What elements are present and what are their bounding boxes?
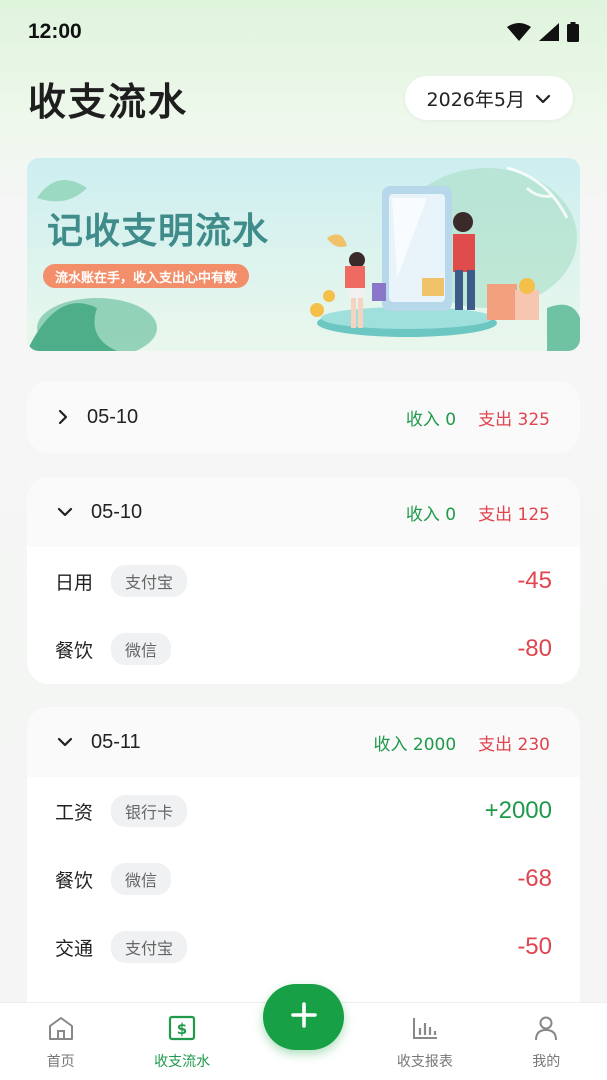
promo-banner[interactable]: 记收支明流水 流水账在手，收入支出心中有数: [27, 158, 580, 351]
banner-subtitle: 流水账在手，收入支出心中有数: [43, 264, 250, 288]
status-bar: 12:00: [0, 0, 607, 64]
status-time: 12:00: [28, 20, 82, 43]
transaction-category: 日用: [55, 571, 94, 594]
nav-item-home[interactable]: 首页: [3, 1003, 118, 1071]
signal-icon: [539, 23, 559, 41]
battery-icon: [567, 22, 579, 42]
transaction-row[interactable]: 日用 支付宝 -45: [27, 547, 580, 615]
banner-title: 记收支明流水: [47, 211, 270, 252]
transaction-amount: -80: [517, 635, 552, 662]
group-income: 收入 0: [405, 504, 457, 525]
transaction-row[interactable]: 餐饮 微信 -68: [27, 845, 580, 913]
group-income: 收入 2000: [373, 734, 457, 755]
transaction-row[interactable]: 工资 银行卡 +2000: [27, 777, 580, 845]
add-record-button[interactable]: [263, 984, 344, 1050]
chevron-right-icon: [57, 409, 69, 425]
nav-label-home: 首页: [46, 1054, 75, 1070]
nav-label-mine: 我的: [532, 1054, 561, 1070]
transaction-amount: -68: [517, 865, 552, 892]
month-picker-label: 2026年5月: [426, 88, 525, 111]
payment-method-tag: 微信: [111, 633, 172, 665]
transaction-amount: -45: [517, 567, 552, 594]
group-income: 收入 0: [405, 409, 457, 430]
day-group-header[interactable]: 05-10 收入 0 支出 125: [27, 477, 580, 547]
banner-illustration: [27, 166, 580, 351]
group-expense: 支出 125: [478, 504, 550, 525]
day-group-header[interactable]: 05-11 收入 2000 支出 230: [27, 707, 580, 777]
transaction-amount: -50: [517, 933, 552, 960]
payment-method-tag: 银行卡: [111, 795, 188, 827]
day-group-header[interactable]: 05-10 收入 0 支出 325: [27, 381, 580, 453]
home-icon: [47, 1015, 75, 1045]
page-title: 收支流水: [28, 79, 189, 124]
transaction-category: 交通: [55, 937, 94, 960]
status-icons: [507, 22, 579, 42]
nav-label-flow: 收支流水: [154, 1054, 211, 1070]
day-group: 05-11 收入 2000 支出 230 工资 银行卡 +2000 餐饮 微信 …: [27, 707, 580, 1027]
transaction-amount: +2000: [484, 797, 552, 824]
nav-label-report: 收支报表: [396, 1054, 453, 1070]
chevron-down-icon: [57, 506, 73, 518]
chevron-down-icon: [57, 736, 73, 748]
svg-text:$: $: [177, 1020, 187, 1038]
nav-item-mine[interactable]: 我的: [489, 1003, 604, 1071]
chevron-down-icon: [535, 87, 551, 109]
payment-method-tag: 微信: [111, 863, 172, 895]
wifi-icon: [507, 23, 531, 41]
transaction-category: 餐饮: [55, 869, 94, 892]
group-expense: 支出 325: [478, 409, 550, 430]
plus-icon: [290, 1001, 318, 1033]
group-date: 05-10: [91, 500, 143, 523]
user-icon: [532, 1015, 560, 1045]
day-group: 05-10 收入 0 支出 125 日用 支付宝 -45 餐饮 微信 -80: [27, 477, 580, 684]
group-date: 05-11: [91, 730, 141, 753]
bar-chart-icon: [411, 1015, 439, 1045]
money-icon: $: [168, 1015, 196, 1045]
day-group-collapsed: 05-10 收入 0 支出 325: [27, 381, 580, 453]
transaction-category: 餐饮: [55, 639, 94, 662]
transaction-row[interactable]: 餐饮 微信 -80: [27, 615, 580, 683]
payment-method-tag: 支付宝: [111, 565, 188, 597]
transaction-category: 工资: [55, 801, 94, 824]
group-expense: 支出 230: [478, 734, 550, 755]
month-picker[interactable]: 2026年5月: [404, 76, 573, 120]
payment-method-tag: 支付宝: [111, 931, 188, 963]
header: 收支流水 2026年5月: [0, 70, 607, 126]
transaction-row[interactable]: 交通 支付宝 -50: [27, 913, 580, 981]
nav-item-report[interactable]: 收支报表: [367, 1003, 482, 1071]
group-date: 05-10: [87, 405, 139, 428]
nav-item-flow[interactable]: $ 收支流水: [125, 1003, 240, 1071]
